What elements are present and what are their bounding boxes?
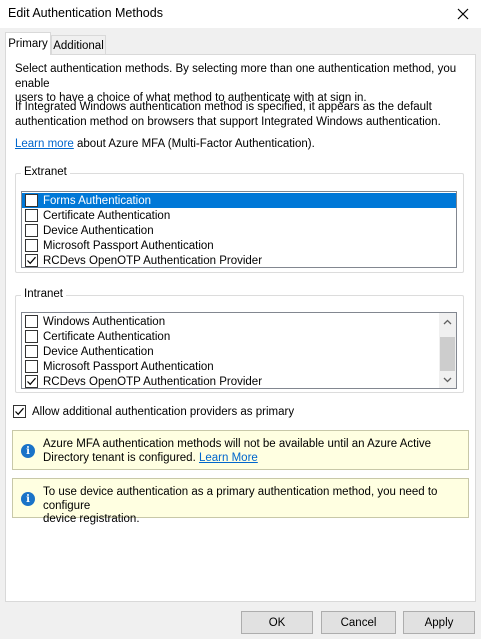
list-item[interactable]: RCDevs OpenOTP Authentication Provider xyxy=(22,374,263,388)
chevron-up-icon xyxy=(443,319,452,324)
azure-mfa-info-box: i Azure MFA authentication methods will … xyxy=(12,430,469,470)
list-item[interactable]: Device Authentication xyxy=(22,223,154,238)
device-auth-info-line-2: device registration. xyxy=(43,513,140,525)
allow-primary-checkbox[interactable] xyxy=(13,405,26,418)
checkbox[interactable] xyxy=(25,315,38,328)
tab-primary[interactable]: Primary xyxy=(5,32,51,55)
dialog-window: Edit Authentication Methods Primary Addi… xyxy=(0,0,481,639)
azure-mfa-info-line-2-text: Directory tenant is configured. xyxy=(43,451,196,464)
close-icon xyxy=(457,8,469,20)
checkbox[interactable] xyxy=(25,345,38,358)
scroll-up-button[interactable] xyxy=(439,313,456,330)
learn-more-link[interactable]: Learn More xyxy=(199,452,258,464)
list-item[interactable]: Device Authentication xyxy=(22,344,154,359)
list-item-label: Microsoft Passport Authentication xyxy=(43,360,214,373)
windows-note-line-2: authentication method on browsers that s… xyxy=(15,115,441,128)
chevron-down-icon xyxy=(443,377,452,382)
info-icon: i xyxy=(21,492,35,506)
intranet-scrollbar[interactable] xyxy=(439,313,456,388)
extranet-list[interactable]: Forms Authentication Certificate Authent… xyxy=(21,191,457,268)
list-item-label: Forms Authentication xyxy=(43,194,152,207)
list-item[interactable]: RCDevs OpenOTP Authentication Provider xyxy=(22,253,263,267)
azure-mfa-info-text: Azure MFA authentication methods will no… xyxy=(43,438,458,465)
windows-note-line-1: If Integrated Windows authentication met… xyxy=(15,101,432,113)
checkbox[interactable] xyxy=(25,209,38,222)
checkmark-icon xyxy=(27,256,36,265)
learn-more-row: Learn more about Azure MFA (Multi-Factor… xyxy=(15,137,315,152)
checkbox[interactable] xyxy=(25,360,38,373)
list-item-label: Device Authentication xyxy=(43,345,154,358)
intranet-list[interactable]: Windows Authentication Certificate Authe… xyxy=(21,312,457,389)
window-title: Edit Authentication Methods xyxy=(8,6,163,20)
azure-mfa-info-line-1: Azure MFA authentication methods will no… xyxy=(43,438,432,450)
list-item-label: Certificate Authentication xyxy=(43,330,171,343)
learn-more-link[interactable]: Learn more xyxy=(15,138,74,150)
device-auth-info-text: To use device authentication as a primar… xyxy=(43,486,458,527)
windows-note-text: If Integrated Windows authentication met… xyxy=(15,100,441,129)
azure-mfa-info-line-2: Directory tenant is configured. Learn Mo… xyxy=(43,452,458,466)
list-item[interactable]: Forms Authentication xyxy=(22,193,456,208)
list-item[interactable]: Microsoft Passport Authentication xyxy=(22,359,214,374)
list-item[interactable]: Windows Authentication xyxy=(22,314,165,329)
extranet-group: Extranet Forms Authentication Certificat… xyxy=(15,166,464,273)
list-item-label: Windows Authentication xyxy=(43,315,166,328)
device-auth-info-box: i To use device authentication as a prim… xyxy=(12,478,469,525)
close-button[interactable] xyxy=(445,0,481,28)
extranet-label: Extranet xyxy=(21,166,70,178)
allow-primary-row[interactable]: Allow additional authentication provider… xyxy=(13,405,294,418)
intranet-label: Intranet xyxy=(21,288,66,300)
checkbox[interactable] xyxy=(25,224,38,237)
ok-button[interactable]: OK xyxy=(241,611,313,634)
scroll-down-button[interactable] xyxy=(439,371,456,388)
checkbox[interactable] xyxy=(25,239,38,252)
checkbox-checked[interactable] xyxy=(25,254,38,267)
scroll-thumb[interactable] xyxy=(440,337,455,371)
primary-tab-panel: Select authentication methods. By select… xyxy=(5,54,476,602)
list-item-label: Device Authentication xyxy=(43,224,154,237)
checkbox-checked[interactable] xyxy=(25,375,38,388)
list-item-label: Certificate Authentication xyxy=(43,209,171,222)
checkmark-icon xyxy=(15,407,24,416)
info-icon: i xyxy=(21,444,35,458)
device-auth-info-line-1: To use device authentication as a primar… xyxy=(43,486,438,512)
list-item[interactable]: Certificate Authentication xyxy=(22,329,170,344)
checkbox[interactable] xyxy=(25,330,38,343)
apply-button[interactable]: Apply xyxy=(403,611,475,634)
cancel-button[interactable]: Cancel xyxy=(321,611,396,634)
list-item-label: RCDevs OpenOTP Authentication Provider xyxy=(43,254,263,267)
intro-text: Select authentication methods. By select… xyxy=(15,62,475,106)
allow-primary-label: Allow additional authentication provider… xyxy=(32,405,295,418)
title-bar: Edit Authentication Methods xyxy=(0,0,481,28)
list-item-label: Microsoft Passport Authentication xyxy=(43,239,214,252)
checkmark-icon xyxy=(27,377,36,386)
intro-line-1: Select authentication methods. By select… xyxy=(15,63,457,90)
list-item[interactable]: Microsoft Passport Authentication xyxy=(22,238,214,253)
list-item[interactable]: Certificate Authentication xyxy=(22,208,170,223)
learn-more-suffix: about Azure MFA (Multi-Factor Authentica… xyxy=(73,138,315,150)
intranet-group: Intranet Windows Authentication Certific… xyxy=(15,288,464,393)
checkbox[interactable] xyxy=(25,194,38,207)
tab-additional[interactable]: Additional xyxy=(51,35,106,55)
list-item-label: RCDevs OpenOTP Authentication Provider xyxy=(43,375,263,388)
